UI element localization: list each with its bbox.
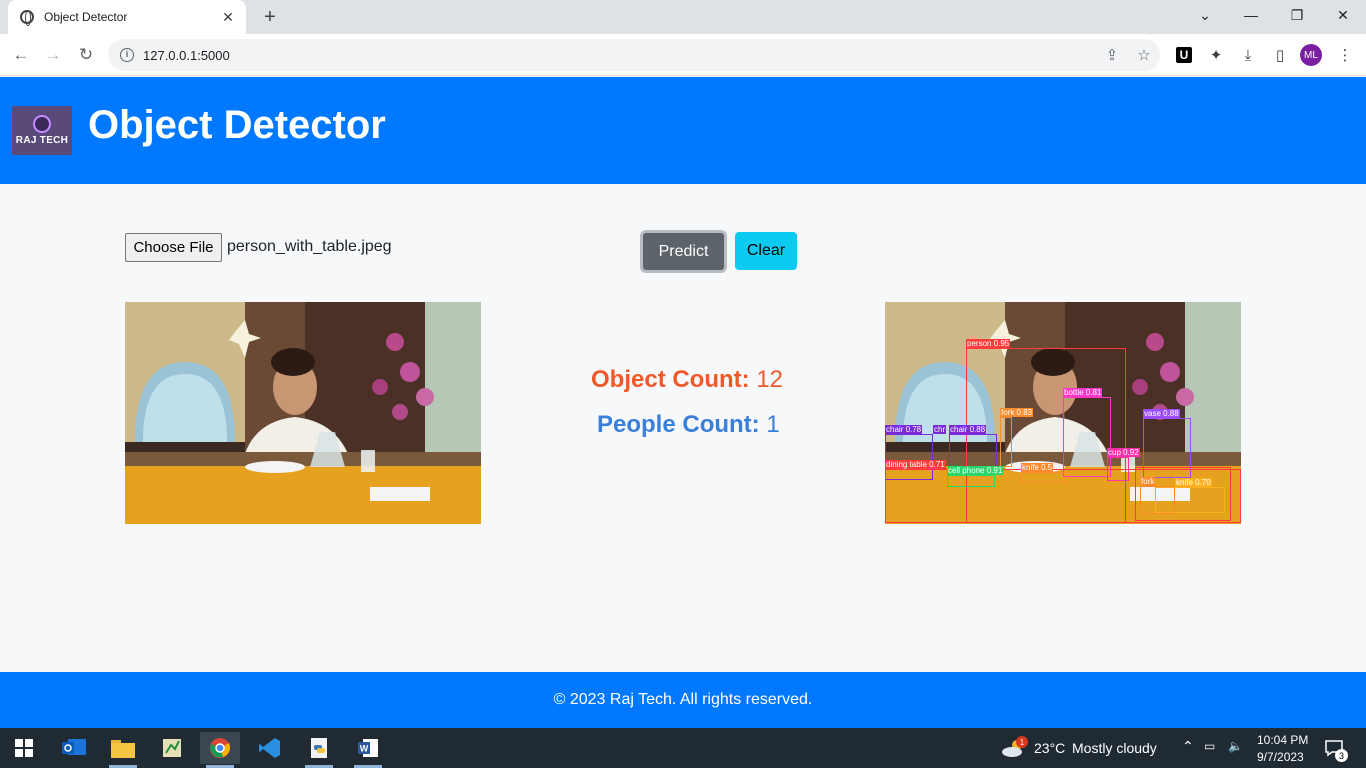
- share-icon[interactable]: ⇪: [1096, 39, 1128, 71]
- page-title: Object Detector: [88, 103, 386, 147]
- logo-orb-icon: [33, 115, 51, 133]
- detection-label: cell phone 0.91: [947, 466, 1004, 475]
- reload-button[interactable]: ↻: [74, 43, 98, 67]
- extensions-puzzle-icon[interactable]: ✦: [1204, 43, 1228, 67]
- logo-text: RAJ TECH: [15, 135, 69, 146]
- windows-taskbar: W 1 23°C Mostly cloudy ⌃ ▭ 🔈 10:04 PM 9/…: [0, 728, 1366, 768]
- start-button[interactable]: [4, 732, 44, 764]
- chrome-icon[interactable]: [200, 732, 240, 768]
- close-window-button[interactable]: ✕: [1320, 0, 1366, 30]
- detection-label: knife 0.5: [1021, 463, 1054, 472]
- weather-condition[interactable]: Mostly cloudy: [1072, 740, 1157, 756]
- back-button[interactable]: ←: [9, 43, 33, 67]
- profile-avatar[interactable]: ML: [1300, 44, 1322, 66]
- side-panel-icon[interactable]: ▯: [1268, 43, 1292, 67]
- word-icon[interactable]: W: [348, 732, 388, 768]
- detection-label: chr: [933, 425, 947, 434]
- outlook-icon[interactable]: [54, 732, 94, 764]
- new-tab-button[interactable]: +: [258, 5, 282, 29]
- detection-label: cup 0.92: [1107, 448, 1140, 457]
- browser-tab[interactable]: Object Detector ✕: [8, 0, 246, 34]
- url-text[interactable]: 127.0.0.1:5000: [143, 48, 1096, 63]
- clock-date[interactable]: 9/7/2023: [1257, 750, 1304, 764]
- choose-file-button[interactable]: Choose File: [125, 233, 222, 262]
- detection-label: dining table 0.71: [885, 460, 946, 469]
- people-count-label: People Count:: [597, 411, 760, 438]
- detection-label: chair 0.88: [949, 425, 987, 434]
- detection-label: person 0.95: [966, 339, 1011, 348]
- tab-search-icon[interactable]: ⌄: [1182, 0, 1228, 30]
- people-count-value: 1: [766, 411, 780, 438]
- site-footer: © 2023 Raj Tech. All rights reserved.: [0, 672, 1366, 728]
- weather-badge: 1: [1016, 736, 1028, 748]
- site-header: RAJ TECH Object Detector: [0, 77, 1366, 184]
- clear-button[interactable]: Clear: [735, 232, 797, 270]
- battery-icon[interactable]: ▭: [1204, 739, 1215, 753]
- chevron-up-icon[interactable]: ⌃: [1182, 738, 1194, 755]
- forward-button[interactable]: →: [41, 43, 65, 67]
- predict-button[interactable]: Predict: [640, 230, 727, 273]
- extension-u-icon[interactable]: U: [1176, 47, 1192, 63]
- temperature[interactable]: 23°C: [1034, 740, 1065, 756]
- volume-icon[interactable]: 🔈: [1228, 739, 1243, 753]
- detection-box-dining-table: [1135, 467, 1231, 521]
- menu-kebab-icon[interactable]: ⋮: [1333, 43, 1357, 67]
- chosen-file-name: person_with_table.jpeg: [227, 238, 392, 255]
- detection-box-bottle: [1063, 397, 1111, 477]
- address-bar[interactable]: i 127.0.0.1:5000 ⇪ ☆: [108, 39, 1160, 71]
- clock-time[interactable]: 10:04 PM: [1257, 733, 1308, 747]
- people-count: People Count: 1: [597, 411, 780, 439]
- browser-tab-strip: Object Detector ✕ + ⌄ — ❐ ✕: [0, 0, 1366, 34]
- object-count-label: Object Count:: [591, 366, 750, 393]
- close-tab-icon[interactable]: ✕: [220, 9, 236, 26]
- globe-icon: [20, 10, 34, 26]
- notification-icon[interactable]: 3: [1318, 732, 1350, 764]
- object-count-value: 12: [756, 366, 784, 393]
- detection-label: vase 0.88: [1143, 409, 1180, 418]
- notification-count: 3: [1335, 749, 1348, 762]
- python-file-icon[interactable]: [299, 732, 339, 768]
- output-image: person 0.95 bottle 0.81 fork 0.83 vase 0…: [885, 302, 1241, 524]
- svg-text:W: W: [360, 744, 369, 754]
- object-count: Object Count: 12: [591, 366, 783, 394]
- site-info-icon[interactable]: i: [120, 48, 134, 62]
- footer-text: © 2023 Raj Tech. All rights reserved.: [553, 691, 813, 708]
- detection-label: chair 0.78: [885, 425, 923, 434]
- browser-toolbar: ← → ↻ i 127.0.0.1:5000 ⇪ ☆ U ✦ ⤓ ▯ ML ⋮: [0, 34, 1366, 76]
- detection-label: fork 0.83: [1000, 408, 1034, 417]
- detection-box-knife: [1021, 472, 1067, 482]
- file-explorer-icon[interactable]: [103, 732, 143, 768]
- weather-cloud-icon[interactable]: 1: [996, 732, 1030, 764]
- notepad-app-icon[interactable]: [152, 732, 192, 764]
- detection-label: bottle 0.81: [1063, 388, 1103, 397]
- minimize-button[interactable]: —: [1228, 0, 1274, 30]
- detection-box-cell-phone: [947, 475, 995, 487]
- tab-title: Object Detector: [44, 10, 128, 24]
- detection-box-fork: [1000, 417, 1012, 467]
- download-icon[interactable]: ⤓: [1236, 43, 1260, 67]
- bookmark-star-icon[interactable]: ☆: [1128, 39, 1160, 71]
- raj-tech-logo: RAJ TECH: [12, 106, 72, 155]
- input-image: [125, 302, 481, 524]
- restaurant-scene: [125, 302, 481, 524]
- vscode-icon[interactable]: [250, 732, 290, 764]
- windows-logo-icon: [15, 739, 33, 757]
- restore-button[interactable]: ❐: [1274, 0, 1320, 30]
